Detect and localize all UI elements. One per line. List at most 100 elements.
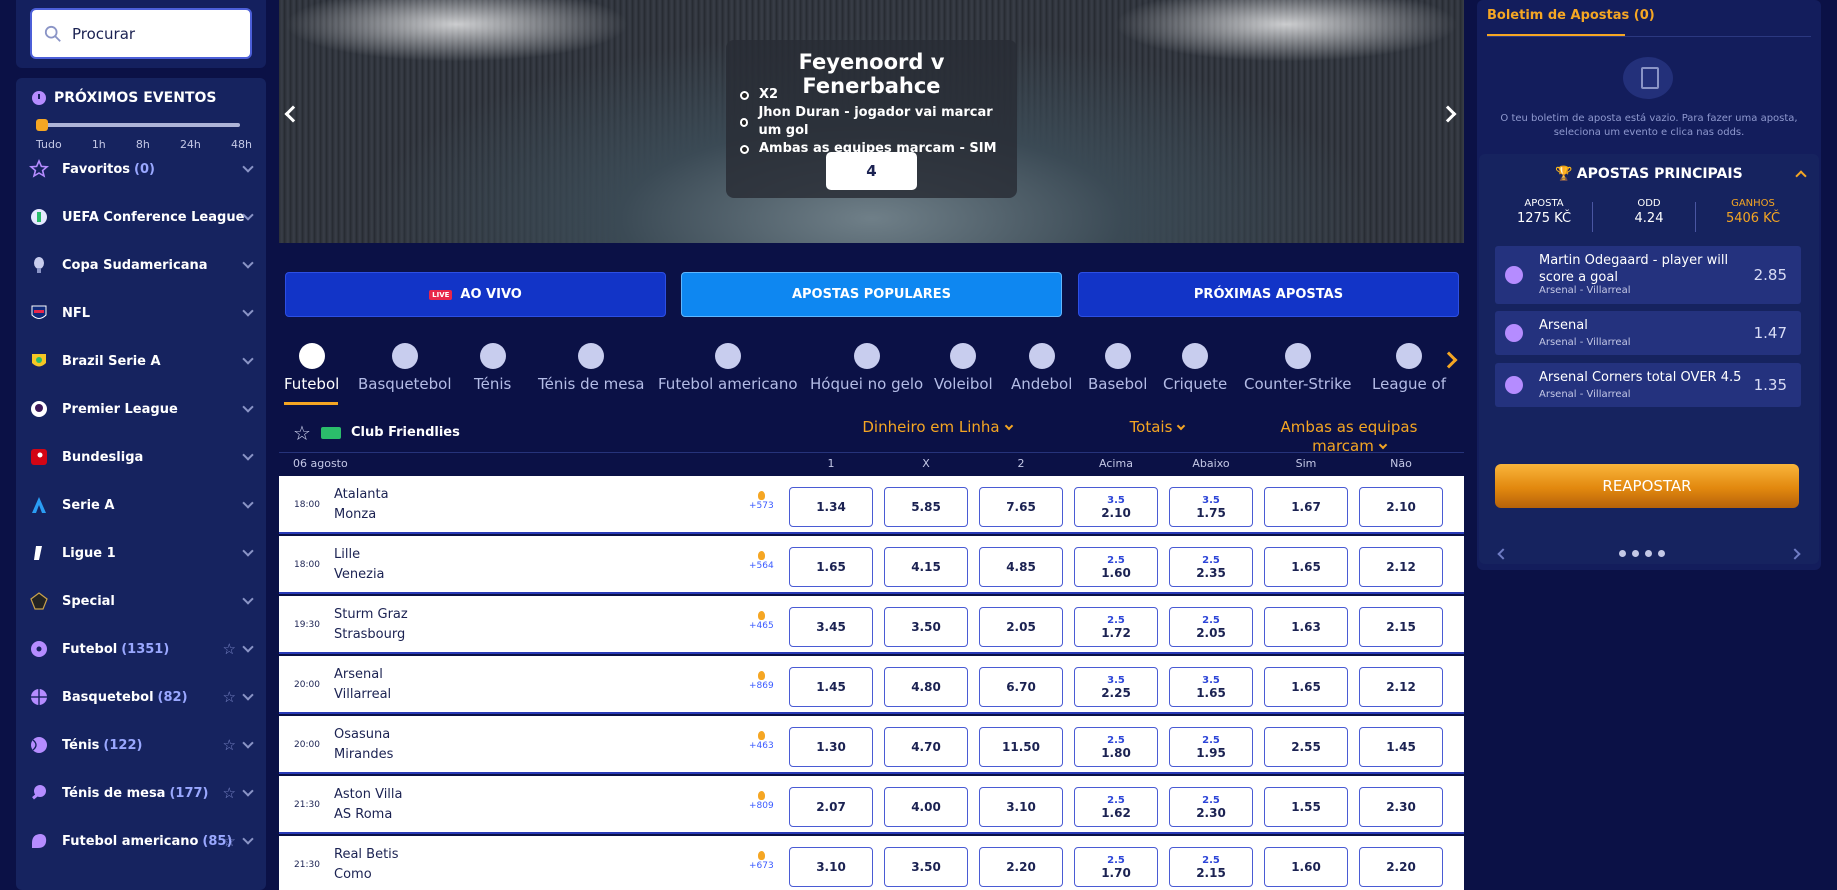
- odd-button-over[interactable]: 2.5 1.70: [1074, 847, 1158, 887]
- odd-button-btts-yes[interactable]: 1.67: [1264, 487, 1348, 527]
- sidebar-item-conference-league[interactable]: UEFA Conference League: [16, 197, 266, 237]
- sidebar-item-tenis-de-mesa[interactable]: Ténis de mesa (177) ☆: [16, 773, 266, 813]
- more-markets-link[interactable]: +573: [749, 491, 774, 511]
- odd-button-btts-no[interactable]: 2.30: [1359, 787, 1443, 827]
- odd-button-over[interactable]: 2.5 1.80: [1074, 727, 1158, 767]
- odd-button-away[interactable]: 11.50: [979, 727, 1063, 767]
- sidebar-item-bundesliga[interactable]: Bundesliga: [16, 437, 266, 477]
- sidebar-item-nfl[interactable]: NFL: [16, 293, 266, 333]
- odd-button-btts-yes[interactable]: 1.65: [1264, 667, 1348, 707]
- odd-button-home[interactable]: 1.30: [789, 727, 873, 767]
- match-row[interactable]: 20:00 Arsenal Villarreal +869 1.45 4.80 6.70 3.…: [279, 656, 1464, 714]
- odd-button-draw[interactable]: 4.80: [884, 667, 968, 707]
- sidebar-item-basquetebol[interactable]: Basquetebol (82) ☆: [16, 677, 266, 717]
- tab-basquetebol[interactable]: Basquetebol: [358, 343, 452, 393]
- featured-odd-button[interactable]: 4: [826, 152, 917, 190]
- odd-button-over[interactable]: 3.5 2.10: [1074, 487, 1158, 527]
- time-range-slider-handle[interactable]: [36, 119, 48, 131]
- more-markets-link[interactable]: +564: [749, 551, 774, 571]
- match-teams[interactable]: Atalanta Monza: [334, 485, 389, 525]
- favorite-star-icon[interactable]: ☆: [293, 421, 311, 445]
- odd-button-under[interactable]: 2.5 1.95: [1169, 727, 1253, 767]
- carousel-dot[interactable]: [1632, 550, 1639, 557]
- top-bet-pick[interactable]: Martin Odegaard - player will score a go…: [1495, 246, 1801, 304]
- more-markets-link[interactable]: +465: [749, 611, 774, 631]
- odd-button-home[interactable]: 1.34: [789, 487, 873, 527]
- odd-button-draw[interactable]: 3.50: [884, 607, 968, 647]
- match-row[interactable]: 21:30 Aston Villa AS Roma +809 2.07 4.00 3.10 2…: [279, 776, 1464, 834]
- match-row[interactable]: 21:30 Real Betis Como +673 3.10 3.50 2.20 2.5 1.…: [279, 836, 1464, 890]
- odd-button-draw[interactable]: 4.15: [884, 547, 968, 587]
- popular-bets-button[interactable]: APOSTAS POPULARES: [681, 272, 1062, 317]
- match-teams[interactable]: Lille Venezia: [334, 545, 385, 585]
- tab-andebol[interactable]: Andebol: [1011, 343, 1072, 393]
- sidebar-item-ligue-1[interactable]: Ligue 1: [16, 533, 266, 573]
- more-markets-link[interactable]: +463: [749, 731, 774, 751]
- tab-tenis-de-mesa[interactable]: Ténis de mesa: [538, 343, 644, 393]
- odd-button-away[interactable]: 2.20: [979, 847, 1063, 887]
- tab-counter-strike[interactable]: Counter-Strike: [1244, 343, 1352, 393]
- match-row[interactable]: 19:30 Sturm Graz Strasbourg +465 3.45 3.50 2.0…: [279, 596, 1464, 654]
- match-row[interactable]: 20:00 Osasuna Mirandes +463 1.30 4.70 11.50 2.5…: [279, 716, 1464, 774]
- favorite-star-icon[interactable]: ☆: [223, 688, 236, 706]
- odd-button-home[interactable]: 1.65: [789, 547, 873, 587]
- more-markets-link[interactable]: +673: [749, 851, 774, 871]
- sidebar-item-tenis[interactable]: Ténis (122) ☆: [16, 725, 266, 765]
- odd-button-over[interactable]: 2.5 1.62: [1074, 787, 1158, 827]
- rebet-button[interactable]: REAPOSTAR: [1495, 464, 1799, 508]
- tab-basebol[interactable]: Basebol: [1088, 343, 1147, 393]
- time-range-slider[interactable]: [40, 123, 240, 127]
- top-bet-pick[interactable]: Arsenal Arsenal - Villarreal 1.47: [1495, 311, 1801, 355]
- sidebar-item-special[interactable]: Special: [16, 581, 266, 621]
- odd-button-away[interactable]: 6.70: [979, 667, 1063, 707]
- carousel-dot[interactable]: [1619, 550, 1626, 557]
- odd-button-under[interactable]: 2.5 2.35: [1169, 547, 1253, 587]
- favorite-star-icon[interactable]: ☆: [223, 832, 236, 850]
- odd-button-home[interactable]: 3.45: [789, 607, 873, 647]
- tab-hoquei-no-gelo[interactable]: Hóquei no gelo: [810, 343, 923, 393]
- match-row[interactable]: 18:00 Lille Venezia +564 1.65 4.15 4.85 2.5 1.60…: [279, 536, 1464, 594]
- tab-voleibol[interactable]: Voleibol: [934, 343, 993, 393]
- match-row[interactable]: 18:00 Atalanta Monza +573 1.34 5.85 7.65 3.5 2.1…: [279, 476, 1464, 534]
- sidebar-item-copa-sudamericana[interactable]: Copa Sudamericana: [16, 245, 266, 285]
- odd-button-under[interactable]: 2.5 2.15: [1169, 847, 1253, 887]
- sidebar-item-brazil-serie-a[interactable]: Brazil Serie A: [16, 341, 266, 381]
- odd-button-away[interactable]: 2.05: [979, 607, 1063, 647]
- match-teams[interactable]: Sturm Graz Strasbourg: [334, 605, 408, 645]
- sidebar-item-futebol-americano[interactable]: Futebol americano (85) ☆: [16, 821, 266, 861]
- market-select-moneyline[interactable]: Dinheiro em Linha: [857, 418, 1017, 437]
- sidebar-item-premier-league[interactable]: Premier League: [16, 389, 266, 429]
- odd-button-home[interactable]: 3.10: [789, 847, 873, 887]
- more-markets-link[interactable]: +869: [749, 671, 774, 691]
- odd-button-draw[interactable]: 3.50: [884, 847, 968, 887]
- market-select-totals[interactable]: Totais: [1117, 418, 1197, 437]
- favorite-star-icon[interactable]: ☆: [223, 784, 236, 802]
- sidebar-item-favoritos[interactable]: Favoritos (0): [16, 149, 266, 189]
- odd-button-away[interactable]: 7.65: [979, 487, 1063, 527]
- tab-futebol[interactable]: Futebol: [284, 343, 339, 393]
- odd-button-over[interactable]: 3.5 2.25: [1074, 667, 1158, 707]
- carousel-dot[interactable]: [1645, 550, 1652, 557]
- match-teams[interactable]: Aston Villa AS Roma: [334, 785, 403, 825]
- odd-button-btts-yes[interactable]: 1.60: [1264, 847, 1348, 887]
- odd-button-draw[interactable]: 4.00: [884, 787, 968, 827]
- match-teams[interactable]: Osasuna Mirandes: [334, 725, 393, 765]
- carousel-next-icon[interactable]: [1789, 548, 1801, 560]
- odd-button-draw[interactable]: 5.85: [884, 487, 968, 527]
- sidebar-item-futebol[interactable]: Futebol (1351) ☆: [16, 629, 266, 669]
- favorite-star-icon[interactable]: ☆: [223, 640, 236, 658]
- odd-button-home[interactable]: 2.07: [789, 787, 873, 827]
- odd-button-under[interactable]: 2.5 2.05: [1169, 607, 1253, 647]
- odd-button-btts-yes[interactable]: 1.55: [1264, 787, 1348, 827]
- tab-league-of-legends[interactable]: League of: [1372, 343, 1446, 393]
- odd-button-over[interactable]: 2.5 1.60: [1074, 547, 1158, 587]
- search-field[interactable]: [30, 8, 252, 59]
- match-teams[interactable]: Real Betis Como: [334, 845, 399, 885]
- more-markets-link[interactable]: +809: [749, 791, 774, 811]
- odd-button-under[interactable]: 2.5 2.30: [1169, 787, 1253, 827]
- odd-button-btts-no[interactable]: 2.15: [1359, 607, 1443, 647]
- carousel-dot[interactable]: [1658, 550, 1665, 557]
- odd-button-btts-no[interactable]: 1.45: [1359, 727, 1443, 767]
- sidebar-item-serie-a[interactable]: Serie A: [16, 485, 266, 525]
- market-select-btts[interactable]: Ambas as equipas marcam: [1269, 418, 1429, 456]
